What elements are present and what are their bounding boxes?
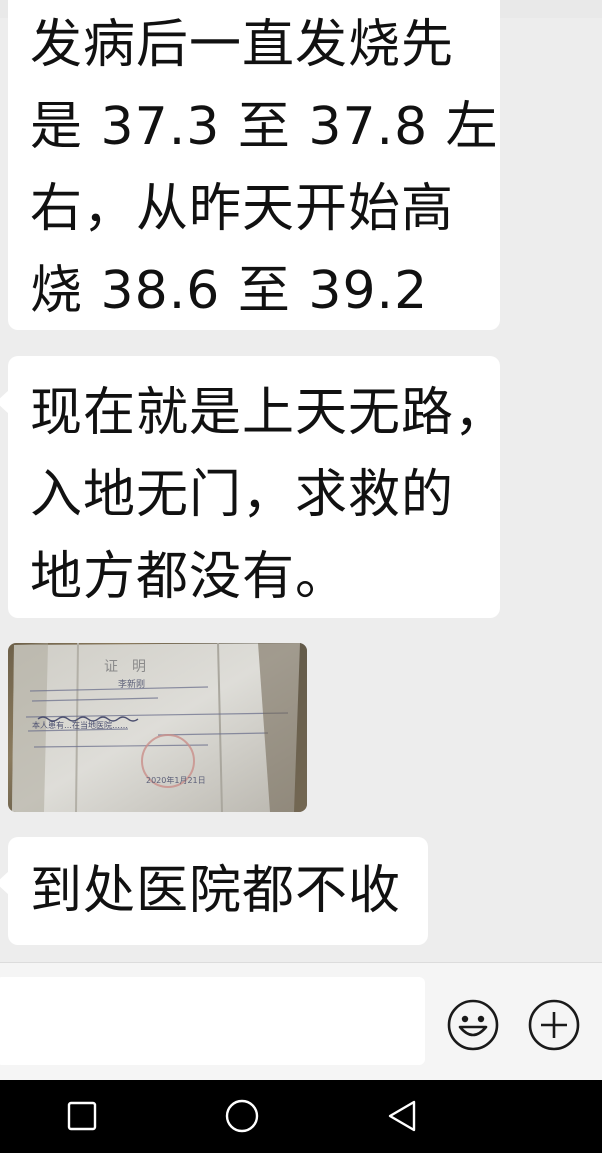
chat-input-bar — [0, 962, 602, 1080]
message-list[interactable]: 发病后一直发烧先 是 37.3 至 37.8 左 右，从昨天开始高 烧 38.6… — [0, 0, 602, 962]
chat-screen: 发病后一直发烧先 是 37.3 至 37.8 左 右，从昨天开始高 烧 38.6… — [0, 0, 602, 1153]
message-bubble-text[interactable]: 发病后一直发烧先 是 37.3 至 37.8 左 右，从昨天开始高 烧 38.6… — [8, 0, 500, 330]
emoji-icon[interactable] — [447, 999, 499, 1051]
system-navigation-bar — [0, 1080, 602, 1153]
circle-icon[interactable] — [224, 1098, 260, 1134]
bubble-tail — [0, 390, 9, 414]
message-line: 是 37.3 至 37.8 左 — [30, 97, 499, 157]
bubble-tail — [0, 871, 9, 895]
square-icon[interactable] — [64, 1098, 100, 1134]
certificate-date: 2020年1月21日 — [146, 775, 206, 785]
certificate-body: 本人患有…在当地医院…… — [32, 720, 128, 730]
certificate-photo: 证 明 李新刚 本人患有…在当地医院…… 2020年1月21日 — [12, 643, 307, 812]
message-bubble-text[interactable]: 现在就是上天无路， 入地无门，求救的 地方都没有。 — [0, 356, 508, 618]
plus-circle-icon[interactable] — [528, 999, 580, 1051]
message-line: 烧 38.6 至 39.2 — [30, 261, 429, 321]
message-line: 入地无门，求救的 — [30, 465, 455, 525]
message-image-certificate[interactable]: 证 明 李新刚 本人患有…在当地医院…… 2020年1月21日 — [8, 643, 307, 812]
message-line: 到处医院都不收 — [30, 861, 402, 921]
message-bubble-text[interactable]: 到处医院都不收 — [0, 837, 428, 945]
message-line: 现在就是上天无路， — [30, 383, 508, 443]
triangle-back-icon[interactable] — [384, 1098, 420, 1134]
message-input[interactable] — [0, 977, 425, 1065]
message-line: 发病后一直发烧先 — [30, 15, 455, 75]
message-line: 右，从昨天开始高 — [30, 179, 455, 239]
certificate-title: 证 明 — [104, 659, 146, 675]
message-line: 地方都没有。 — [30, 547, 349, 607]
